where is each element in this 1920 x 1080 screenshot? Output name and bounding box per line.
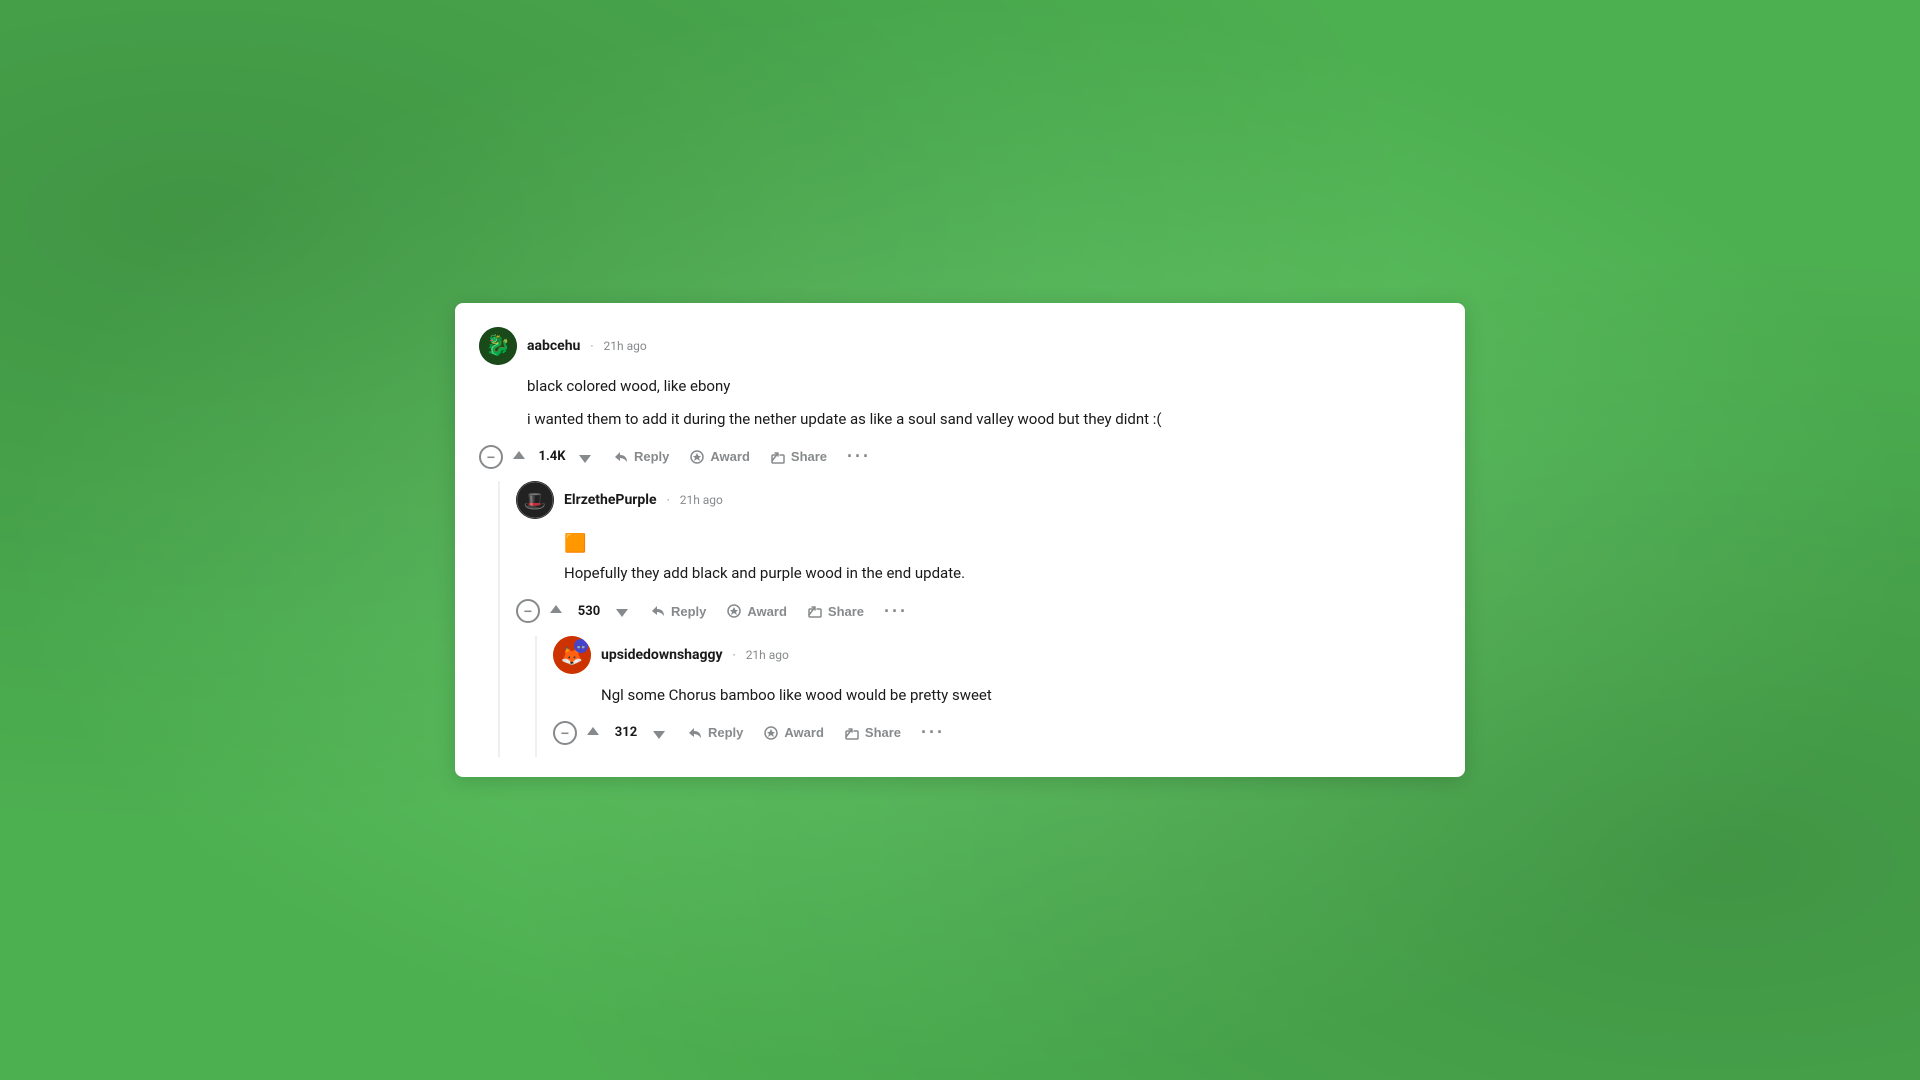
vote-section-2: 530	[544, 599, 634, 623]
indent-line-1[interactable]	[498, 481, 500, 757]
svg-text:👓: 👓	[576, 643, 586, 652]
downvote-icon-3	[651, 725, 667, 741]
avatar-image: 🐉	[479, 327, 517, 365]
action-bar-1: − 1.4K Reply	[479, 438, 1441, 481]
reply-btn-2[interactable]: Reply	[642, 597, 714, 625]
vote-count-2: 530	[574, 604, 604, 619]
collapse-btn-2[interactable]: −	[516, 599, 540, 623]
comment-card: 🐉 aabcehu · 21h ago black colored wood, …	[455, 303, 1465, 777]
comment-body-3: Ngl some Chorus bamboo like wood would b…	[601, 684, 1441, 707]
downvote-btn-3[interactable]	[647, 721, 671, 745]
award-btn-2[interactable]: Award	[718, 597, 795, 625]
upvote-icon	[511, 449, 527, 465]
upvote-btn-1[interactable]	[507, 445, 531, 469]
award-btn-3[interactable]: Award	[755, 719, 832, 747]
vote-count-3: 312	[611, 725, 641, 740]
vote-section-3: 312	[581, 721, 671, 745]
downvote-btn-2[interactable]	[610, 599, 634, 623]
timestamp-2: 21h ago	[680, 493, 723, 507]
emoji-badge-2: 🟧	[564, 533, 586, 554]
comment-3: 🦊 👓 upsidedownshaggy · 21h ago	[553, 636, 1441, 758]
username-3[interactable]: upsidedownshaggy	[601, 647, 723, 663]
reply-icon-1	[613, 449, 629, 465]
upvote-btn-2[interactable]	[544, 599, 568, 623]
reply-icon-3	[687, 725, 703, 741]
comment-text-1: black colored wood, like ebony i wanted …	[527, 375, 1441, 430]
action-bar-3: − 312	[553, 714, 1441, 757]
comment-header-2: 🎩 ElrzethePurple · 21h ago	[516, 481, 1441, 519]
nested-content-2: 🦊 👓 upsidedownshaggy · 21h ago	[553, 636, 1441, 758]
more-btn-3[interactable]: ···	[913, 718, 953, 747]
comment-root: 🐉 aabcehu · 21h ago black colored wood, …	[479, 327, 1441, 481]
avatar-image-2: 🎩	[516, 481, 554, 519]
avatar-image-3: 🦊 👓	[553, 636, 591, 674]
indent-line-2[interactable]	[535, 636, 537, 758]
avatar-2: 🎩	[516, 481, 554, 519]
downvote-btn-1[interactable]	[573, 445, 597, 469]
collapse-btn-3[interactable]: −	[553, 721, 577, 745]
comment-header-1: 🐉 aabcehu · 21h ago	[479, 327, 1441, 365]
timestamp-1: 21h ago	[604, 339, 647, 353]
avatar-3: 🦊 👓	[553, 636, 591, 674]
more-btn-2[interactable]: ···	[876, 597, 916, 626]
comment-text-2: Hopefully they add black and purple wood…	[564, 562, 1441, 585]
username-2[interactable]: ElrzethePurple	[564, 492, 657, 508]
avatar: 🐉	[479, 327, 517, 365]
upvote-btn-3[interactable]	[581, 721, 605, 745]
svg-text:🐉: 🐉	[486, 333, 511, 357]
vote-count-1: 1.4K	[537, 449, 567, 464]
share-btn-3[interactable]: Share	[836, 719, 909, 747]
reply-btn-3[interactable]: Reply	[679, 719, 751, 747]
share-btn-2[interactable]: Share	[799, 597, 872, 625]
downvote-icon	[577, 449, 593, 465]
comment-body-1: black colored wood, like ebony i wanted …	[527, 375, 1441, 430]
svg-text:🎩: 🎩	[524, 491, 546, 512]
username-1[interactable]: aabcehu	[527, 338, 580, 354]
reply-btn-1[interactable]: Reply	[605, 443, 677, 471]
nested-content-1: 🎩 ElrzethePurple · 21h ago 🟧 Hopefully t…	[516, 481, 1441, 757]
thread-level-2: 🦊 👓 upsidedownshaggy · 21h ago	[516, 636, 1441, 758]
comment-2: 🎩 ElrzethePurple · 21h ago 🟧 Hopefully t…	[516, 481, 1441, 636]
award-btn-1[interactable]: Award	[681, 443, 758, 471]
comment-body-2: 🟧 Hopefully they add black and purple wo…	[564, 529, 1441, 585]
award-icon-3	[763, 725, 779, 741]
timestamp-3: 21h ago	[746, 648, 789, 662]
comment-text-3: Ngl some Chorus bamboo like wood would b…	[601, 684, 1441, 707]
award-icon-1	[689, 449, 705, 465]
reply-icon-2	[650, 603, 666, 619]
upvote-icon-3	[585, 725, 601, 741]
upvote-icon-2	[548, 603, 564, 619]
share-icon-1	[770, 449, 786, 465]
comment-header-3: 🦊 👓 upsidedownshaggy · 21h ago	[553, 636, 1441, 674]
action-bar-2: − 530	[516, 593, 1441, 636]
share-icon-2	[807, 603, 823, 619]
vote-section-1: 1.4K	[507, 445, 597, 469]
share-btn-1[interactable]: Share	[762, 443, 835, 471]
more-btn-1[interactable]: ···	[839, 442, 879, 471]
thread-level-1: 🎩 ElrzethePurple · 21h ago 🟧 Hopefully t…	[479, 481, 1441, 757]
downvote-icon-2	[614, 603, 630, 619]
award-icon-2	[726, 603, 742, 619]
collapse-btn-1[interactable]: −	[479, 445, 503, 469]
share-icon-3	[844, 725, 860, 741]
